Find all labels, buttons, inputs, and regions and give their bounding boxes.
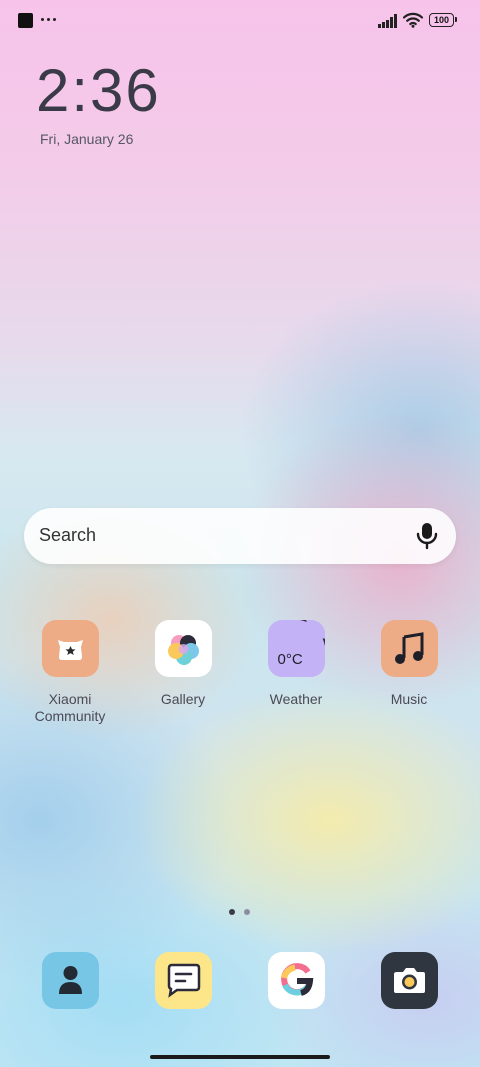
xiaomi-community-icon [41,620,99,677]
battery-level: 100 [433,15,450,25]
signal-icon [378,14,397,28]
app-label: Gallery [160,691,206,707]
dock-contacts[interactable] [42,952,99,1009]
app-label-line2: Community [34,708,106,724]
camera-icon [394,968,425,993]
app-label-line1: Xiaomi [48,691,92,707]
clock-date[interactable]: Fri, January 26 [40,131,133,147]
weather-temp: 0°C [277,651,303,668]
dock-google[interactable] [268,952,325,1009]
home-indicator[interactable] [150,1055,330,1059]
more-notifications-icon [41,18,56,21]
search-bar[interactable]: Search [24,508,456,564]
gallery-icon [154,620,212,677]
clock-time[interactable]: 2:36 [36,56,161,126]
page-indicator [229,909,250,915]
page-dot[interactable] [244,909,250,915]
app-music[interactable]: Music [354,620,464,708]
status-bar: 100 [0,0,480,42]
mic-icon[interactable] [416,522,438,550]
app-xiaomi-community[interactable]: Xiaomi Community [15,620,125,725]
app-label: Music [390,691,428,707]
app-notification-icon [18,13,33,28]
search-placeholder: Search [39,525,97,545]
app-label: Weather [269,691,323,707]
dock-messages[interactable] [155,952,212,1009]
contacts-icon [59,966,82,994]
page-dot-active[interactable] [229,909,235,915]
wifi-icon [403,12,423,28]
music-icon [380,620,438,677]
google-icon [281,963,314,996]
dock-camera[interactable] [381,952,438,1009]
messages-icon [167,963,201,998]
app-weather[interactable]: 0°C Weather [241,620,351,708]
app-gallery[interactable]: Gallery [128,620,238,708]
battery-icon: 100 [429,13,457,27]
weather-icon: 0°C [267,620,325,677]
app-label: Xiaomi Community [15,691,125,725]
